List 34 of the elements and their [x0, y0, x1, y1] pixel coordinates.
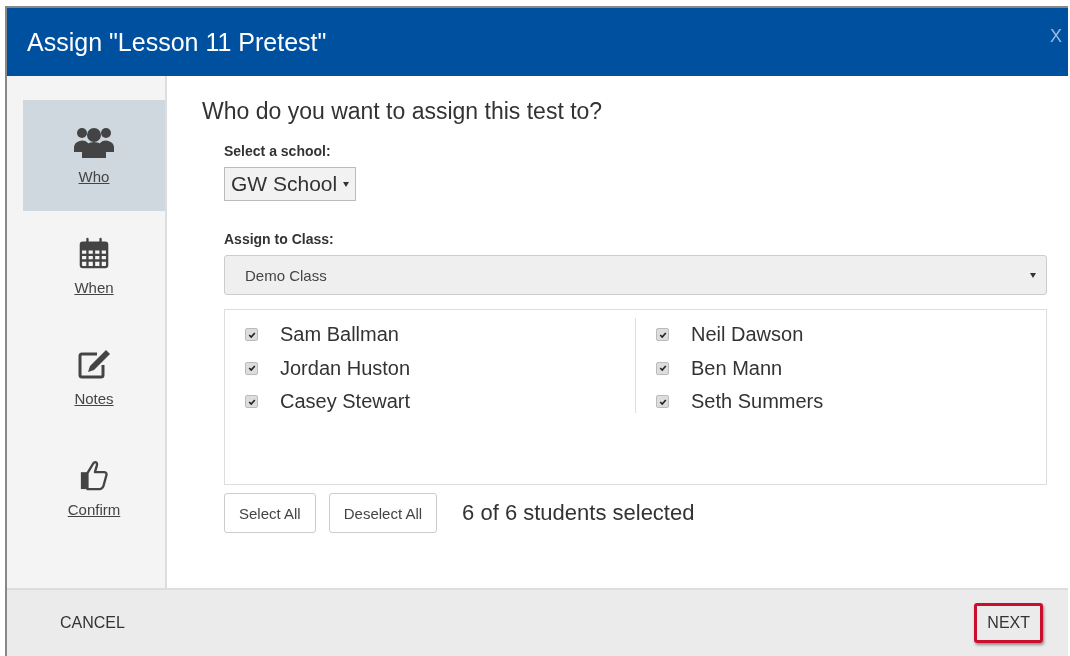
close-button[interactable]: X: [1050, 26, 1062, 47]
student-name: Ben Mann: [691, 356, 783, 380]
step-tab[interactable]: When: [23, 211, 165, 322]
field-label: Select a school:: [224, 143, 332, 159]
select-button[interactable]: Select All: [224, 493, 316, 533]
field-label: Assign to Class:: [224, 231, 335, 247]
student-name: Sam Ballman: [280, 323, 399, 347]
question-heading: Who do you want to assign this test to?: [202, 98, 604, 125]
student-name: Casey Stewart: [280, 390, 411, 414]
users-icon: [74, 126, 114, 158]
checkbox[interactable]: [656, 361, 669, 375]
student-name: Jordan Huston: [280, 356, 411, 380]
next-button[interactable]: NEXT: [974, 603, 1043, 643]
caret-icon: [343, 181, 350, 187]
checkbox[interactable]: [656, 395, 669, 409]
checkbox[interactable]: [245, 395, 258, 409]
edit-icon: [77, 348, 111, 380]
student-name: Seth Summers: [691, 390, 824, 414]
dialog-title: Assign "Lesson 11 Pretest": [27, 27, 327, 57]
select-button[interactable]: Deselect All: [328, 493, 438, 533]
school-dropdown[interactable]: GW School: [224, 167, 357, 201]
cancel-button[interactable]: CANCEL: [47, 603, 138, 643]
class-dropdown[interactable]: Demo Class: [224, 255, 1047, 295]
checkbox[interactable]: [656, 328, 669, 342]
step-tab[interactable]: Confirm: [23, 433, 165, 544]
checkbox[interactable]: [245, 328, 258, 342]
checkbox[interactable]: [245, 361, 258, 375]
thumbs-up-icon: [79, 459, 109, 491]
caret-icon: [1030, 272, 1036, 278]
selection-count: 6 of 6 students selected: [462, 500, 695, 526]
step-tab[interactable]: Who: [23, 100, 165, 211]
step-tab[interactable]: Notes: [23, 322, 165, 433]
calendar-icon: [79, 237, 109, 269]
student-name: Neil Dawson: [691, 323, 804, 347]
